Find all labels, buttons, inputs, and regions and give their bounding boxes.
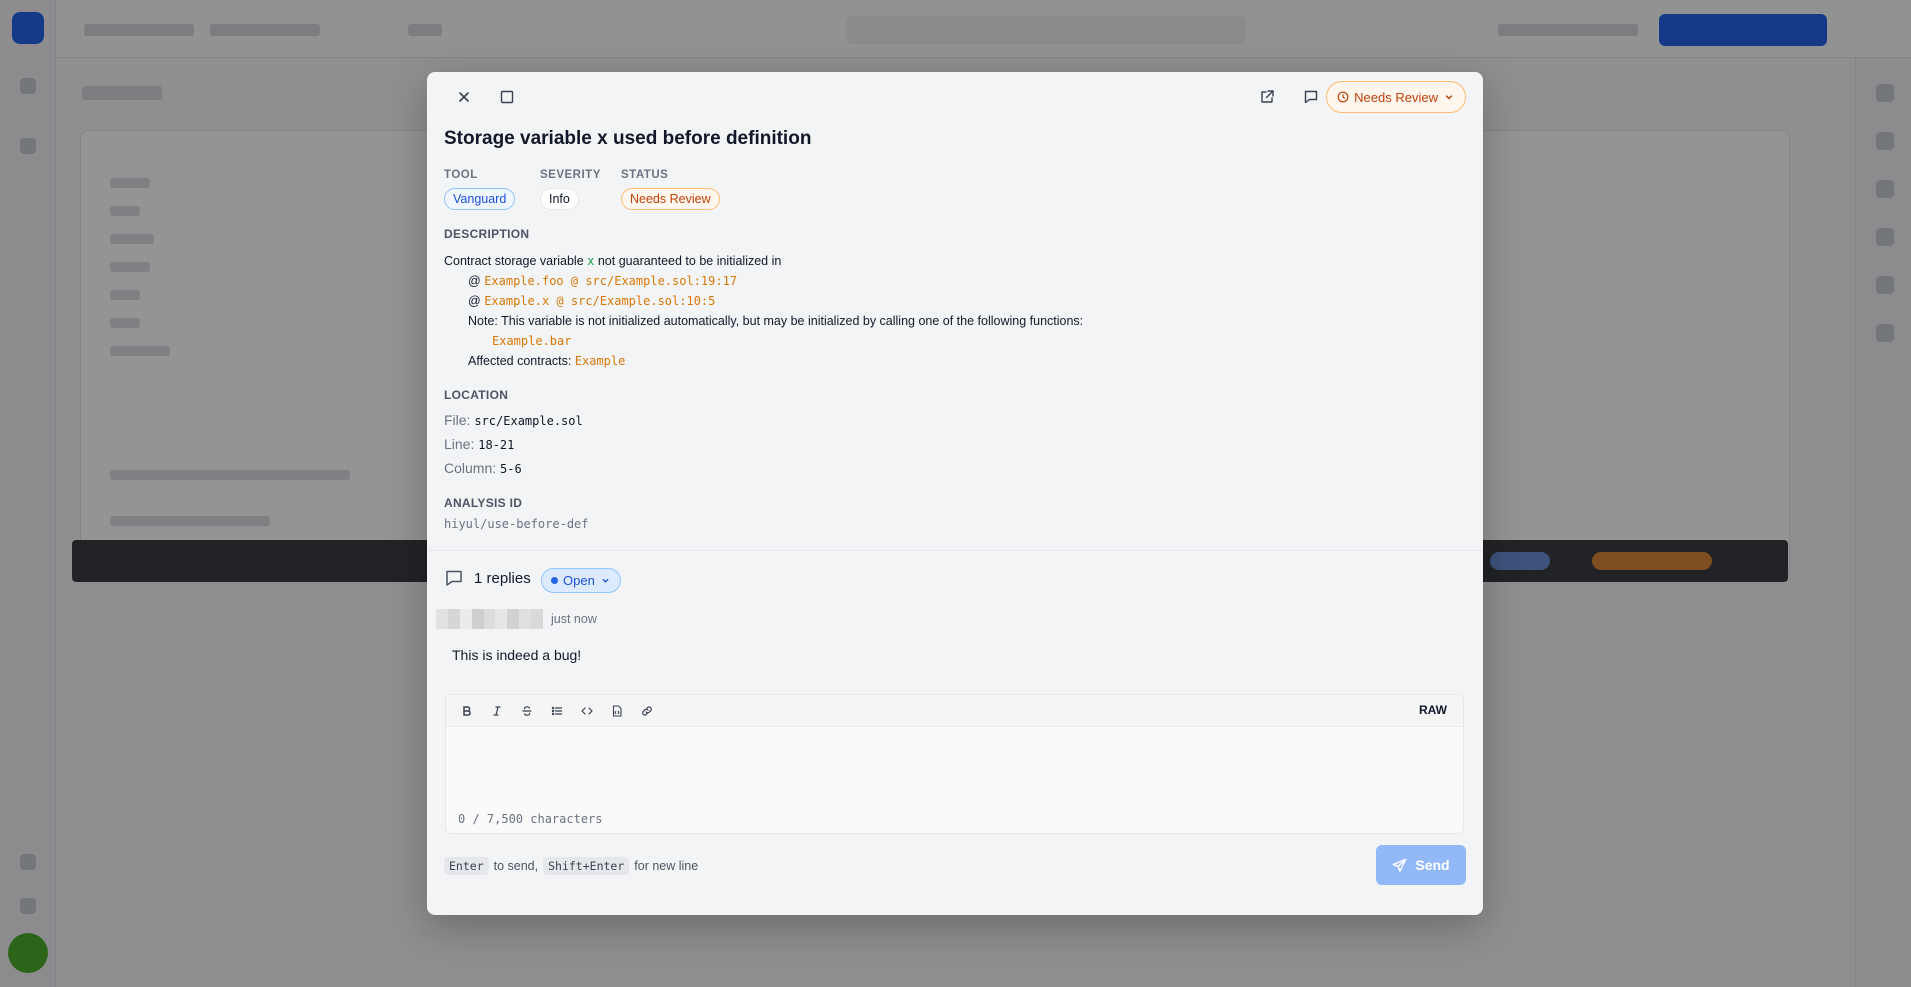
bold-button[interactable]: [458, 702, 476, 720]
italic-button[interactable]: [488, 702, 506, 720]
tool-badge: Vanguard: [444, 188, 516, 210]
variable-code: x: [587, 254, 595, 268]
chevron-down-icon: [1445, 95, 1453, 100]
enter-key: Enter: [444, 857, 489, 875]
file-value: src/Example.sol: [474, 414, 583, 428]
expand-button[interactable]: [493, 83, 521, 111]
issue-title: Storage variable x used before definitio…: [444, 128, 812, 149]
severity-label: SEVERITY: [540, 169, 601, 181]
strikethrough-button[interactable]: [518, 702, 536, 720]
analysis-id-value: hiyul/use-before-def: [444, 517, 589, 531]
code-reference[interactable]: Example: [575, 354, 626, 368]
replies-count: 1 replies: [444, 568, 531, 588]
location-column: Column: 5-6: [444, 460, 522, 476]
tool-label: TOOL: [444, 169, 478, 181]
character-count: 0 / 7,500 characters: [458, 812, 603, 826]
status-label: STATUS: [621, 169, 669, 181]
description-location: @ Example.foo @ src/Example.sol:19:17: [468, 274, 738, 288]
list-icon: [551, 706, 563, 716]
close-icon: [459, 92, 469, 102]
description-function: Example.bar: [492, 334, 571, 348]
description-note: Note: This variable is not initialized a…: [468, 314, 1084, 328]
italic-icon: [493, 706, 501, 716]
line-value: 18-21: [478, 438, 515, 452]
send-button[interactable]: Send: [1376, 845, 1466, 885]
comment-body: This is indeed a bug!: [452, 647, 582, 663]
analysis-id-label: ANALYSIS ID: [444, 496, 523, 510]
editor-toolbar: RAW: [446, 695, 1463, 727]
comments-button[interactable]: [1297, 83, 1325, 111]
column-value: 5-6: [500, 462, 522, 476]
status-dot-icon: [551, 577, 558, 584]
link-icon: [642, 706, 652, 716]
reply-editor: RAW 0 / 7,500 characters: [445, 694, 1464, 834]
list-button[interactable]: [548, 702, 566, 720]
code-block-button[interactable]: [608, 702, 626, 720]
issue-detail-modal: Needs Review Storage variable x used bef…: [427, 72, 1483, 915]
description-line: Contract storage variable x not guarante…: [444, 254, 782, 268]
message-square-icon: [446, 570, 462, 586]
comment-time: just now: [551, 612, 597, 626]
keyboard-hint: Enter to send, Shift+Enter for new line: [444, 857, 698, 875]
file-code-icon: [612, 705, 622, 717]
comment-author-redacted: [436, 609, 544, 629]
external-link-icon: [1261, 90, 1274, 103]
strikethrough-icon: [522, 706, 532, 716]
code-icon: [581, 707, 593, 715]
affected-contracts: Affected contracts: Example: [468, 354, 626, 368]
location-line: Line: 18-21: [444, 436, 515, 452]
square-icon: [500, 90, 514, 104]
description-location: @ Example.x @ src/Example.sol:10:5: [468, 294, 716, 308]
code-button[interactable]: [578, 702, 596, 720]
code-reference[interactable]: Example.x @ src/Example.sol:10:5: [484, 294, 715, 308]
status-dropdown-label: Needs Review: [1354, 89, 1438, 105]
description-label: DESCRIPTION: [444, 227, 530, 241]
bold-icon: [463, 706, 471, 716]
shift-enter-key: Shift+Enter: [543, 857, 630, 875]
status-dropdown[interactable]: Needs Review: [1326, 81, 1466, 113]
code-reference[interactable]: Example.foo @ src/Example.sol:19:17: [484, 274, 737, 288]
severity-badge: Info: [540, 188, 579, 210]
divider: [427, 550, 1483, 551]
location-label: LOCATION: [444, 388, 509, 402]
thread-state-dropdown[interactable]: Open: [541, 568, 621, 593]
link-button[interactable]: [638, 702, 656, 720]
open-external-button[interactable]: [1253, 83, 1281, 111]
message-square-icon: [1304, 90, 1318, 104]
status-badge: Needs Review: [621, 188, 720, 210]
close-button[interactable]: [450, 83, 478, 111]
raw-toggle[interactable]: RAW: [1419, 703, 1447, 717]
code-reference[interactable]: Example.bar: [492, 334, 571, 348]
send-icon: [1393, 858, 1407, 872]
location-file: File: src/Example.sol: [444, 412, 583, 428]
chevron-down-icon: [602, 578, 609, 583]
clock-icon: [1337, 91, 1349, 103]
reply-input[interactable]: [446, 728, 1463, 803]
